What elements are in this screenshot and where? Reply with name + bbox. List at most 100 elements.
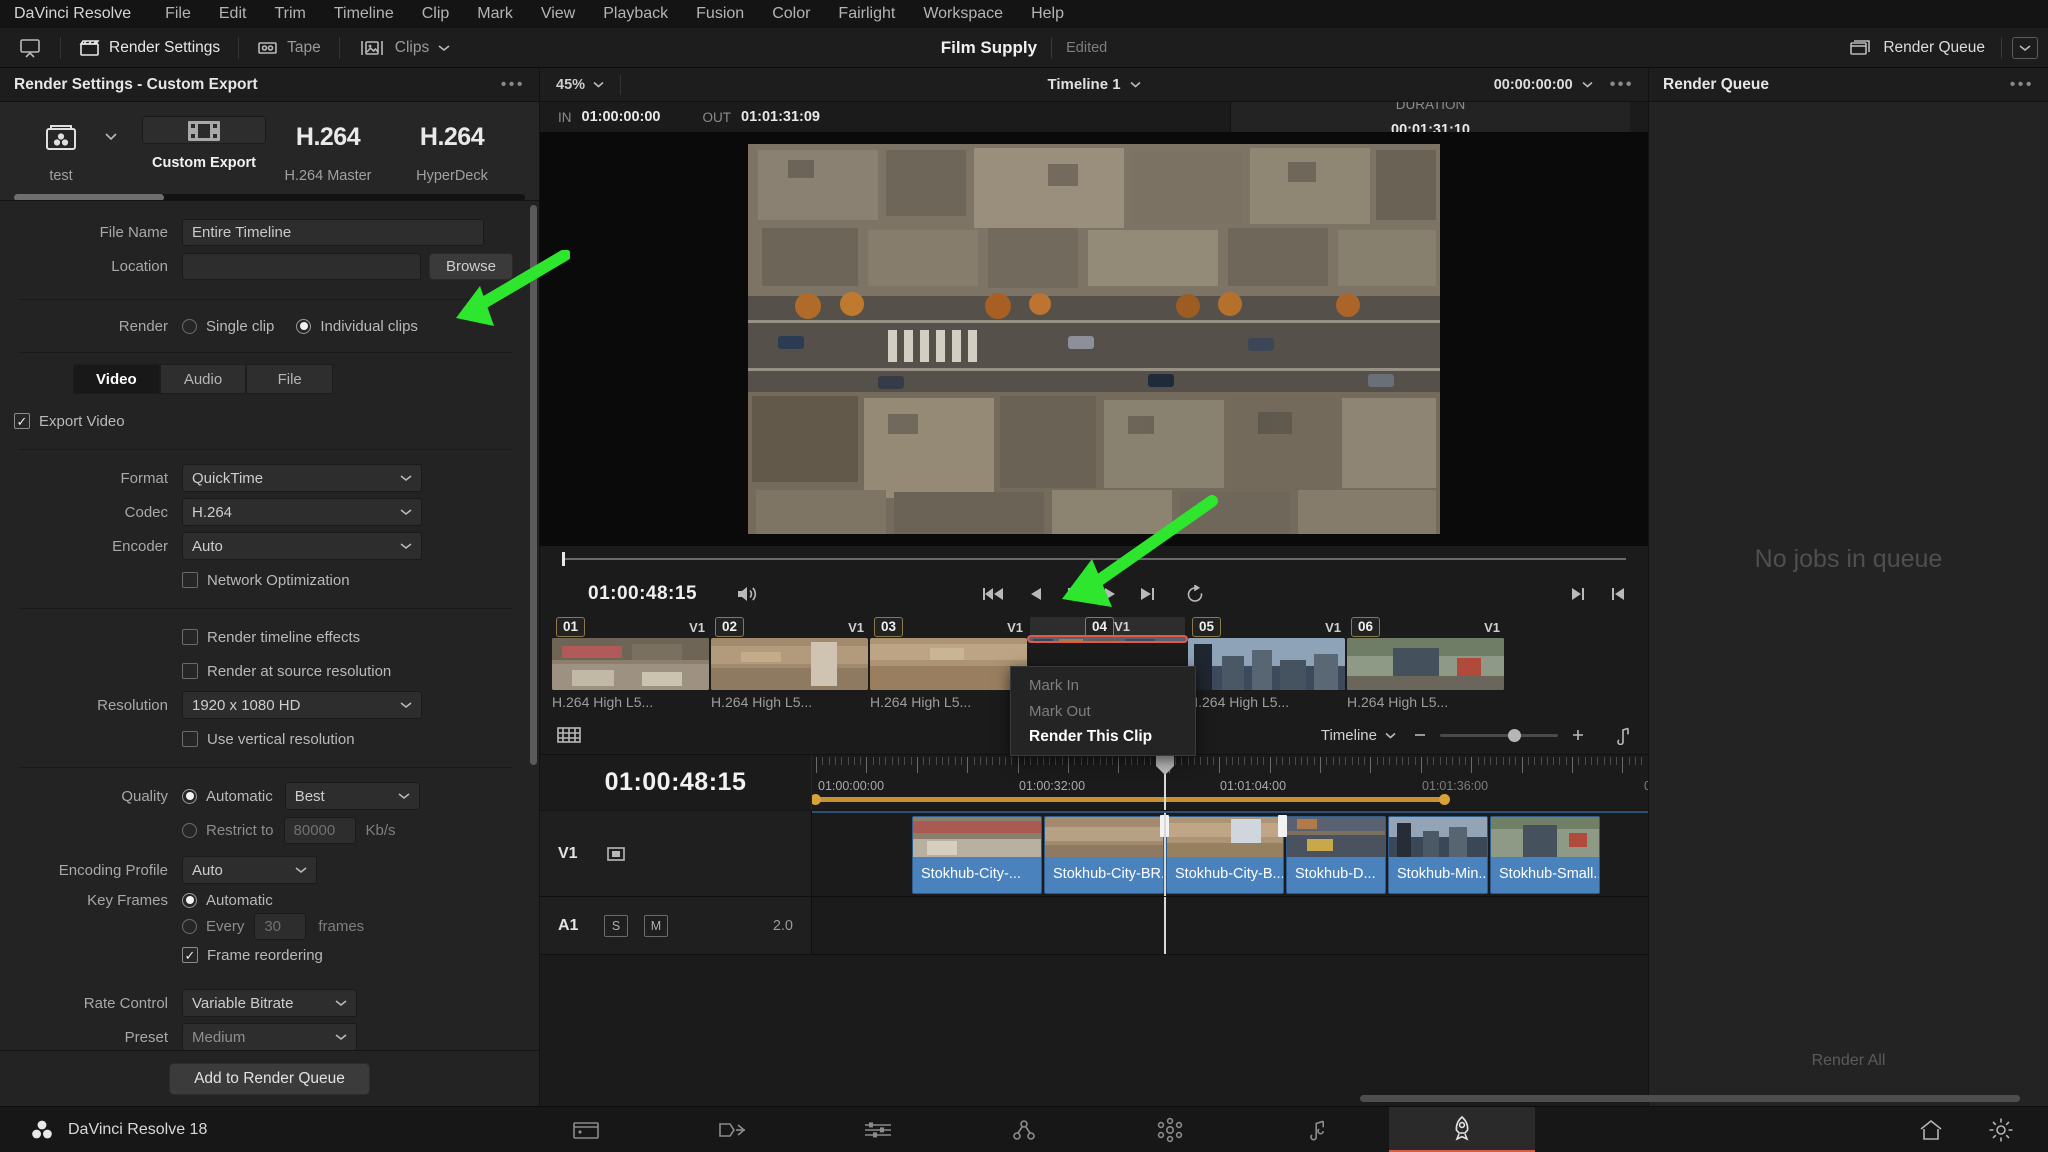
tape-tab[interactable]: Tape (239, 28, 339, 67)
edit-point-handle-2[interactable] (1278, 815, 1287, 837)
render-clip-item-01[interactable]: 01 V1 H.264 High L5... (552, 616, 709, 716)
context-menu-mark-out[interactable]: Mark Out (1011, 698, 1195, 724)
menu-item-file[interactable]: File (151, 0, 205, 28)
timeline-clip-5[interactable]: Stokhub-Min... (1388, 816, 1488, 894)
checkbox-frame-reordering[interactable]: ✓ (182, 947, 198, 963)
menu-item-fairlight[interactable]: Fairlight (824, 0, 909, 28)
location-input[interactable] (182, 252, 421, 280)
rate-control-select[interactable]: Variable Bitrate (182, 989, 357, 1017)
viewer-scrub-bar[interactable] (540, 546, 1648, 572)
checkbox-use-vertical-resolution[interactable] (182, 731, 198, 747)
preset-setting-select[interactable]: Medium (182, 1023, 357, 1050)
timeline-current-timecode[interactable]: 01:00:48:15 (605, 768, 747, 797)
stop-icon[interactable] (1065, 586, 1081, 602)
timeline-scope-select[interactable]: Timeline (1321, 727, 1396, 744)
render-clip-item-03[interactable]: 03 V1 H.264 High L5... (870, 616, 1027, 716)
zoom-in-icon[interactable] (1570, 727, 1586, 743)
checkbox-render-timeline-effects[interactable] (182, 629, 198, 645)
preset-dropdown-icon[interactable] (104, 132, 118, 141)
out-value[interactable]: 01:01:31:09 (741, 109, 820, 125)
page-button-edit[interactable] (805, 1107, 951, 1152)
page-button-color[interactable] (1097, 1107, 1243, 1152)
timeline-clip-4[interactable]: Stokhub-D... (1286, 816, 1386, 894)
menu-item-playback[interactable]: Playback (589, 0, 682, 28)
render-range-bar[interactable] (815, 797, 1445, 802)
preset-test[interactable]: test (18, 116, 142, 184)
video-track-toggle-icon[interactable] (604, 843, 628, 865)
zoom-out-icon[interactable] (1412, 727, 1428, 743)
in-value[interactable]: 01:00:00:00 (582, 109, 661, 125)
loop-icon[interactable] (1185, 585, 1205, 603)
page-button-fusion[interactable] (951, 1107, 1097, 1152)
render-individual-clips-option[interactable]: Individual clips (296, 318, 418, 335)
play-forward-icon[interactable] (1103, 586, 1117, 602)
resolution-select[interactable]: 1920 x 1080 HD (182, 691, 422, 719)
render-settings-tab[interactable]: Render Settings (61, 28, 238, 67)
encoding-profile-select[interactable]: Auto (182, 856, 317, 884)
page-button-media[interactable] (513, 1107, 659, 1152)
panel-collapse-button[interactable] (2012, 36, 2038, 59)
timeline-playhead-v1[interactable] (1164, 813, 1166, 896)
zoom-slider-knob[interactable] (1508, 728, 1521, 742)
preset-hyperdeck[interactable]: H.264 HyperDeck (390, 116, 514, 185)
menu-item-color[interactable]: Color (758, 0, 824, 28)
render-queue-options-icon[interactable]: ••• (2010, 76, 2034, 94)
menu-item-timeline[interactable]: Timeline (320, 0, 408, 28)
timeline-playhead-a1[interactable] (1164, 897, 1166, 954)
solo-button-a1[interactable]: S (604, 914, 628, 937)
menu-item-workspace[interactable]: Workspace (909, 0, 1017, 28)
render-at-source-option[interactable]: Render at source resolution (182, 663, 391, 680)
menu-item-davinci-resolve[interactable]: DaVinci Resolve (14, 0, 151, 28)
context-menu-render-this-clip[interactable]: Render This Clip (1011, 724, 1195, 750)
render-clip-item-04[interactable]: 04 V1 H.264 High L5... (1027, 616, 1188, 644)
quality-automatic-option[interactable]: Automatic (182, 788, 273, 805)
audio-waveform-icon[interactable] (1612, 725, 1632, 745)
checkbox-network-optimization[interactable] (182, 572, 198, 588)
timeline-zoom-slider[interactable] (1412, 727, 1586, 743)
timeline-view-icon[interactable] (556, 725, 582, 745)
render-timeline-effects-option[interactable]: Render timeline effects (182, 629, 360, 646)
settings-scrollbar[interactable] (530, 205, 537, 765)
timeline-clip-1[interactable]: Stokhub-City-... (912, 816, 1042, 894)
quality-automatic-select[interactable]: Best (284, 782, 420, 810)
track-body-a1[interactable] (812, 897, 1648, 954)
page-button-fairlight[interactable] (1243, 1107, 1389, 1152)
encoder-select[interactable]: Auto (182, 532, 422, 560)
timeline-horizontal-scrollbar[interactable] (540, 1092, 2020, 1106)
key-frames-every-input[interactable]: 30 (254, 913, 307, 940)
context-menu-mark-in[interactable]: Mark In (1011, 672, 1195, 698)
track-body-v1[interactable]: Stokhub-City-... Stokhub-City-BR... Stok… (812, 811, 1648, 896)
render-single-clip-option[interactable]: Single clip (182, 318, 274, 335)
network-optimization-option[interactable]: Network Optimization (182, 572, 350, 589)
render-range-start-handle[interactable] (812, 794, 821, 805)
preset-h2-partial[interactable]: H. H.2 (514, 116, 539, 184)
timeline-ruler-track[interactable]: 01:00:00:00 01:00:32:00 01:01:04:00 01:0… (812, 755, 1648, 810)
codec-select[interactable]: H.264 (182, 498, 422, 526)
export-video-option[interactable]: ✓ Export Video (14, 413, 125, 430)
add-to-render-queue-button[interactable]: Add to Render Queue (169, 1062, 370, 1095)
menu-item-edit[interactable]: Edit (205, 0, 261, 28)
quality-restrict-input[interactable]: 80000 (283, 816, 356, 844)
format-select[interactable]: QuickTime (182, 464, 422, 492)
timeline-clip-3[interactable]: Stokhub-City-B... (1166, 816, 1284, 894)
render-clip-item-05[interactable]: 05 V1 H.264 High L5... (1188, 616, 1345, 716)
mute-button-a1[interactable]: M (644, 914, 668, 937)
menu-item-help[interactable]: Help (1017, 0, 1078, 28)
preset-h264-master[interactable]: H.264 H.264 Master (266, 116, 390, 185)
tab-video[interactable]: Video (73, 364, 160, 394)
render-clip-item-02[interactable]: 02 V1 H.264 High L5... (711, 616, 868, 716)
radio-key-frames-every[interactable] (182, 919, 197, 934)
radio-individual-clips[interactable] (296, 318, 312, 334)
key-frames-automatic-option[interactable]: Automatic (182, 892, 273, 909)
file-name-input[interactable]: Entire Timeline (182, 218, 484, 246)
checkbox-export-video[interactable]: ✓ (14, 413, 30, 429)
key-frames-every-option[interactable]: Every (182, 918, 244, 935)
menu-item-fusion[interactable]: Fusion (682, 0, 758, 28)
source-viewer[interactable] (540, 132, 1648, 546)
play-reverse-icon[interactable] (1029, 586, 1043, 602)
render-range-end-handle[interactable] (1439, 794, 1450, 805)
menu-item-clip[interactable]: Clip (408, 0, 464, 28)
browse-button[interactable]: Browse (428, 252, 513, 280)
render-all-button[interactable]: Render All (1812, 1052, 1886, 1070)
preset-custom-export[interactable]: Custom Export (142, 116, 266, 171)
